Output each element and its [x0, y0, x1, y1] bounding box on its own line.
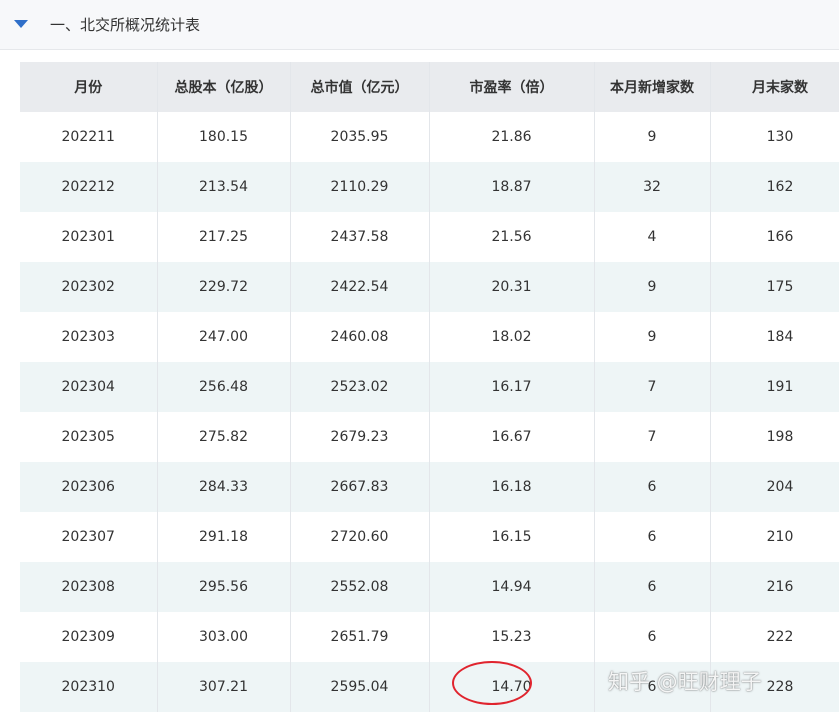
cell-pe-ratio-highlighted: 14.70 [429, 662, 595, 712]
cell-month: 202306 [20, 462, 158, 512]
cell-month-end-count: 175 [710, 262, 839, 312]
cell-month-end-count: 210 [710, 512, 839, 562]
cell-month: 202212 [20, 162, 158, 212]
cell-total-shares: 213.54 [157, 162, 291, 212]
cell-total-shares: 180.15 [157, 112, 291, 162]
cell-new-listings: 7 [594, 362, 711, 412]
cell-market-cap: 2595.04 [290, 662, 430, 712]
cell-month: 202303 [20, 312, 158, 362]
cell-pe-ratio: 15.23 [429, 612, 595, 662]
cell-market-cap: 2035.95 [290, 112, 430, 162]
table-row: 202309 303.00 2651.79 15.23 6 222 [20, 612, 839, 662]
cell-month: 202302 [20, 262, 158, 312]
column-header-month: 月份 [20, 62, 158, 112]
table-row: 202308 295.56 2552.08 14.94 6 216 [20, 562, 839, 612]
cell-market-cap: 2422.54 [290, 262, 430, 312]
cell-month-end-count: 130 [710, 112, 839, 162]
cell-month: 202308 [20, 562, 158, 612]
cell-total-shares: 217.25 [157, 212, 291, 262]
column-header-month-end-count: 月末家数 [710, 62, 839, 112]
cell-total-shares: 291.18 [157, 512, 291, 562]
cell-month: 202211 [20, 112, 158, 162]
cell-pe-ratio: 16.18 [429, 462, 595, 512]
cell-pe-ratio: 18.02 [429, 312, 595, 362]
table-row: 202302 229.72 2422.54 20.31 9 175 [20, 262, 839, 312]
cell-new-listings: 32 [594, 162, 711, 212]
cell-total-shares: 295.56 [157, 562, 291, 612]
cell-total-shares: 229.72 [157, 262, 291, 312]
cell-pe-ratio: 21.56 [429, 212, 595, 262]
cell-pe-ratio: 16.15 [429, 512, 595, 562]
cell-market-cap: 2679.23 [290, 412, 430, 462]
stats-table: 月份 总股本（亿股） 总市值（亿元） 市盈率（倍） 本月新增家数 月末家数 20… [20, 62, 839, 712]
cell-new-listings: 4 [594, 212, 711, 262]
cell-market-cap: 2651.79 [290, 612, 430, 662]
cell-month-end-count: 204 [710, 462, 839, 512]
cell-month-end-count: 184 [710, 312, 839, 362]
cell-new-listings: 9 [594, 112, 711, 162]
cell-month-end-count: 191 [710, 362, 839, 412]
cell-market-cap: 2552.08 [290, 562, 430, 612]
column-header-pe-ratio: 市盈率（倍） [429, 62, 595, 112]
cell-month-end-count: 228 [710, 662, 839, 712]
cell-month: 202304 [20, 362, 158, 412]
table-row: 202304 256.48 2523.02 16.17 7 191 [20, 362, 839, 412]
cell-total-shares: 247.00 [157, 312, 291, 362]
cell-new-listings: 6 [594, 462, 711, 512]
section-header[interactable]: 一、北交所概况统计表 [0, 0, 839, 50]
cell-month-end-count: 166 [710, 212, 839, 262]
cell-pe-ratio: 16.17 [429, 362, 595, 412]
table-row: 202303 247.00 2460.08 18.02 9 184 [20, 312, 839, 362]
cell-new-listings: 6 [594, 562, 711, 612]
cell-new-listings: 9 [594, 262, 711, 312]
column-header-market-cap: 总市值（亿元） [290, 62, 430, 112]
table-row: 202306 284.33 2667.83 16.18 6 204 [20, 462, 839, 512]
cell-month: 202305 [20, 412, 158, 462]
cell-month: 202301 [20, 212, 158, 262]
cell-total-shares: 275.82 [157, 412, 291, 462]
cell-market-cap: 2460.08 [290, 312, 430, 362]
cell-month-end-count: 222 [710, 612, 839, 662]
table-row: 202211 180.15 2035.95 21.86 9 130 [20, 112, 839, 162]
cell-month-end-count: 198 [710, 412, 839, 462]
cell-month: 202310 [20, 662, 158, 712]
cell-new-listings: 7 [594, 412, 711, 462]
table-row: 202310 307.21 2595.04 14.70 6 228 [20, 662, 839, 712]
cell-total-shares: 307.21 [157, 662, 291, 712]
section-title: 一、北交所概况统计表 [50, 16, 201, 34]
cell-new-listings: 9 [594, 312, 711, 362]
cell-pe-ratio: 16.67 [429, 412, 595, 462]
cell-total-shares: 303.00 [157, 612, 291, 662]
table-row: 202305 275.82 2679.23 16.67 7 198 [20, 412, 839, 462]
column-header-new-listings: 本月新增家数 [594, 62, 711, 112]
cell-month: 202309 [20, 612, 158, 662]
cell-market-cap: 2437.58 [290, 212, 430, 262]
cell-month-end-count: 216 [710, 562, 839, 612]
cell-pe-ratio: 20.31 [429, 262, 595, 312]
cell-month-end-count: 162 [710, 162, 839, 212]
cell-total-shares: 256.48 [157, 362, 291, 412]
cell-pe-ratio: 14.94 [429, 562, 595, 612]
stats-table-container: 月份 总股本（亿股） 总市值（亿元） 市盈率（倍） 本月新增家数 月末家数 20… [20, 62, 839, 717]
cell-market-cap: 2110.29 [290, 162, 430, 212]
cell-market-cap: 2667.83 [290, 462, 430, 512]
page: 一、北交所概况统计表 月份 总股本（亿股） 总市值（亿元） 市盈率（倍） 本月新… [0, 0, 839, 717]
table-row: 202212 213.54 2110.29 18.87 32 162 [20, 162, 839, 212]
cell-market-cap: 2720.60 [290, 512, 430, 562]
cell-new-listings: 6 [594, 612, 711, 662]
collapse-caret-icon[interactable] [14, 20, 28, 28]
table-row: 202307 291.18 2720.60 16.15 6 210 [20, 512, 839, 562]
cell-market-cap: 2523.02 [290, 362, 430, 412]
cell-month: 202307 [20, 512, 158, 562]
cell-pe-ratio: 21.86 [429, 112, 595, 162]
cell-new-listings: 6 [594, 512, 711, 562]
cell-pe-ratio: 18.87 [429, 162, 595, 212]
column-header-total-shares: 总股本（亿股） [157, 62, 291, 112]
table-row: 202301 217.25 2437.58 21.56 4 166 [20, 212, 839, 262]
table-header-row: 月份 总股本（亿股） 总市值（亿元） 市盈率（倍） 本月新增家数 月末家数 [20, 62, 839, 112]
cell-new-listings: 6 [594, 662, 711, 712]
cell-total-shares: 284.33 [157, 462, 291, 512]
